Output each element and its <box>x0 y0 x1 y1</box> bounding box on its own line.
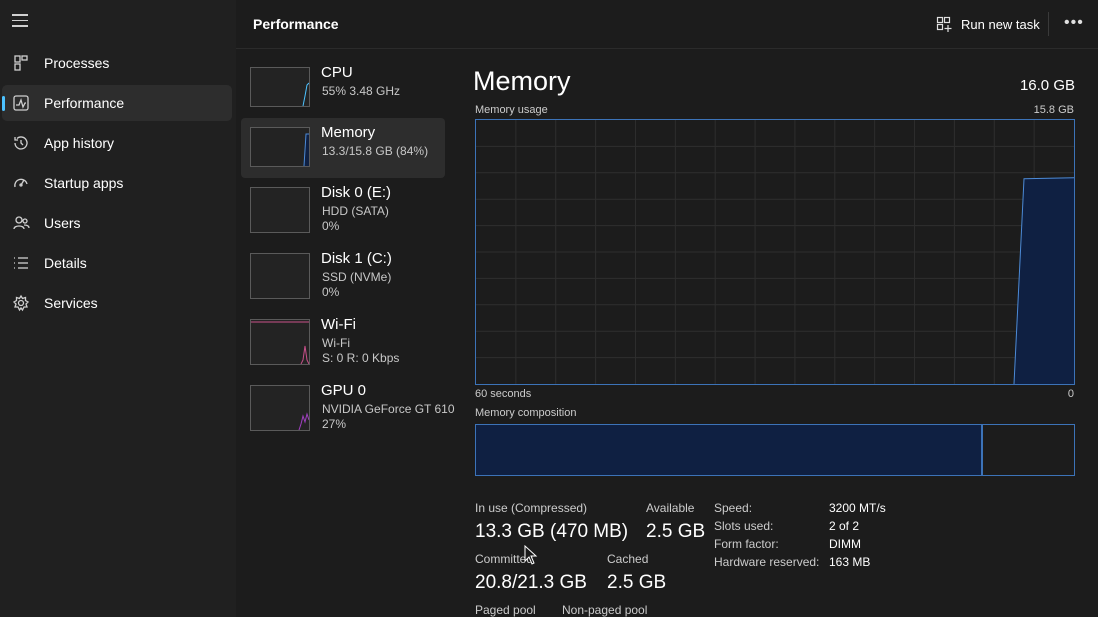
tile-wifi[interactable]: Wi-Fi Wi-Fi S: 0 R: 0 Kbps <box>241 310 445 370</box>
tile-detail: Wi-Fi <box>322 336 350 350</box>
tile-name: Wi-Fi <box>321 316 356 333</box>
page-title: Performance <box>253 16 339 32</box>
nav-item-label: Details <box>44 255 87 271</box>
speed-label: Speed: <box>714 501 753 515</box>
history-icon <box>14 136 28 150</box>
nav-item-details[interactable]: Details <box>2 245 232 281</box>
slots-used-label: Slots used: <box>714 519 774 533</box>
committed-value: 20.8/21.3 GB <box>475 572 587 593</box>
hamburger-menu-icon[interactable] <box>12 14 28 28</box>
memory-usage-chart <box>476 120 1075 385</box>
memory-total: 16.0 GB <box>1019 77 1075 94</box>
in-use-value: 13.3 GB (470 MB) <box>475 521 629 542</box>
form-factor-label: Form factor: <box>714 537 779 551</box>
tile-cpu[interactable]: CPU 55% 3.48 GHz <box>241 58 445 118</box>
tile-memory[interactable]: Memory 13.3/15.8 GB (84%) <box>241 118 445 178</box>
nav-item-services[interactable]: Services <box>2 285 232 321</box>
cached-label: Cached <box>607 552 649 566</box>
memory-usage-label: Memory usage <box>475 104 548 116</box>
memory-thumbnail <box>250 127 310 167</box>
tile-name: Disk 0 (E:) <box>321 184 392 201</box>
run-new-task-label: Run new task <box>961 16 1040 32</box>
disk-0-thumbnail <box>250 187 310 233</box>
memory-composition-bar <box>475 424 1075 476</box>
tile-detail: 55% 3.48 GHz <box>322 84 401 98</box>
memory-usage-graph <box>475 119 1075 385</box>
memory-composition-label: Memory composition <box>475 407 577 419</box>
slots-used-value: 2 of 2 <box>829 519 860 533</box>
cached-value: 2.5 GB <box>607 572 667 593</box>
tile-detail: NVIDIA GeForce GT 610 <box>322 402 455 416</box>
in-use-segment <box>476 425 984 475</box>
nav-item-startup-apps[interactable]: Startup apps <box>2 165 232 201</box>
graph-time-end: 0 <box>1067 388 1074 400</box>
nav-item-label: Users <box>44 215 81 231</box>
cpu-thumbnail <box>250 67 310 107</box>
nav-item-performance[interactable]: Performance <box>2 85 232 121</box>
services-icon <box>12 294 30 312</box>
mouse-cursor-icon <box>524 545 538 565</box>
tile-detail: SSD (NVMe) <box>322 270 392 284</box>
form-factor-value: DIMM <box>829 537 861 551</box>
tile-name: Disk 1 (C:) <box>321 250 392 267</box>
tile-gpu-0[interactable]: GPU 0 NVIDIA GeForce GT 610 27% <box>241 376 455 436</box>
users-icon <box>13 216 30 230</box>
nav-item-label: App history <box>44 135 115 151</box>
in-use-label: In use (Compressed) <box>475 501 588 515</box>
nav-item-users[interactable]: Users <box>2 205 232 241</box>
nav-item-label: Services <box>44 295 98 311</box>
nav-item-processes[interactable]: Processes <box>2 45 232 81</box>
gpu-thumbnail <box>250 385 310 431</box>
tile-throughput: S: 0 R: 0 Kbps <box>322 351 400 365</box>
selection-indicator <box>2 96 5 111</box>
tile-disk-1[interactable]: Disk 1 (C:) SSD (NVMe) 0% <box>241 244 445 304</box>
nav-item-label: Startup apps <box>44 175 124 191</box>
disk-1-thumbnail <box>250 253 310 299</box>
memory-title: Memory <box>473 66 571 96</box>
processes-icon <box>14 55 28 71</box>
hardware-reserved-label: Hardware reserved: <box>714 555 820 569</box>
memory-usage-max: 15.8 GB <box>1033 104 1074 116</box>
nav-item-label: Processes <box>44 55 110 71</box>
graph-time-span: 60 seconds <box>475 388 532 400</box>
navigation-pane: Processes Performance App history Startu… <box>0 0 236 617</box>
speed-value: 3200 MT/s <box>829 501 886 515</box>
tile-name: CPU <box>321 64 353 81</box>
nav-item-label: Performance <box>44 95 125 111</box>
tile-usage: 27% <box>322 417 347 431</box>
main-pane: Performance Run new task ••• CPU 55% 3.4… <box>236 0 1098 617</box>
tile-name: Memory <box>321 124 376 141</box>
available-value: 2.5 GB <box>646 521 706 542</box>
run-new-task-button[interactable]: Run new task <box>936 14 1040 34</box>
non-paged-pool-label: Non-paged pool <box>562 603 648 617</box>
nav-item-app-history[interactable]: App history <box>2 125 232 161</box>
run-task-icon <box>936 16 952 32</box>
performance-icon <box>13 95 29 111</box>
paged-pool-label: Paged pool <box>475 603 536 617</box>
tile-disk-0[interactable]: Disk 0 (E:) HDD (SATA) 0% <box>241 178 445 238</box>
header-divider <box>1048 12 1049 36</box>
tile-usage: 0% <box>322 219 340 233</box>
tile-detail: 13.3/15.8 GB (84%) <box>322 144 429 158</box>
details-icon <box>14 257 28 269</box>
tile-usage: 0% <box>322 285 340 299</box>
tile-detail: HDD (SATA) <box>322 204 389 218</box>
hardware-reserved-value: 163 MB <box>829 555 871 569</box>
header-bar: Performance Run new task ••• <box>236 0 1098 49</box>
tile-name: GPU 0 <box>321 382 367 399</box>
more-options-icon[interactable]: ••• <box>1064 14 1084 32</box>
startup-icon <box>14 178 28 188</box>
wifi-thumbnail <box>250 319 310 365</box>
available-label: Available <box>646 501 695 515</box>
